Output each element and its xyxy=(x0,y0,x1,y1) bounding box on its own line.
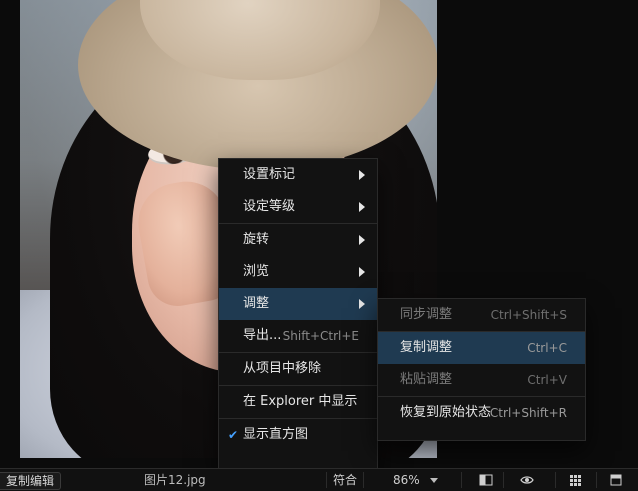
menu-item-rotate[interactable]: 旋转 xyxy=(219,224,377,256)
panel-icon[interactable] xyxy=(609,473,623,487)
bottom-toolbar: 复制编辑 图片12.jpg 符合 86% xyxy=(0,468,638,491)
submenu-item-label: 复制调整 xyxy=(400,340,453,355)
submenu-item-label: 粘贴调整 xyxy=(400,372,453,387)
submenu-item-label: 同步调整 xyxy=(400,307,453,322)
copy-edit-label: 复制编辑 xyxy=(6,474,55,488)
grid-icon[interactable] xyxy=(568,473,582,487)
chevron-down-icon xyxy=(429,478,438,483)
filename-label: 图片12.jpg xyxy=(144,473,206,487)
compare-icon[interactable] xyxy=(479,473,493,487)
toolbar-separator xyxy=(503,472,504,488)
menu-item-label: 浏览 xyxy=(243,264,270,279)
submenu-adjust: 同步调整 Ctrl+Shift+S 复制调整 Ctrl+C 粘贴调整 Ctrl+… xyxy=(377,298,586,441)
submenu-item-label: 恢复到原始状态 xyxy=(400,405,492,420)
submenu-item-paste-adjust[interactable]: 粘贴调整 Ctrl+V xyxy=(378,364,585,396)
menu-item-browse[interactable]: 浏览 xyxy=(219,256,377,288)
menu-item-label: 在 Explorer 中显示 xyxy=(243,394,358,409)
submenu-item-shortcut: Ctrl+V xyxy=(527,373,567,387)
submenu-item-shortcut: Ctrl+C xyxy=(527,341,567,355)
chevron-right-icon xyxy=(359,235,365,245)
menu-item-label: 导出... xyxy=(243,328,282,343)
toolbar-separator xyxy=(461,472,462,488)
submenu-item-sync-adjust[interactable]: 同步调整 Ctrl+Shift+S xyxy=(378,299,585,331)
menu-item-label: 调整 xyxy=(243,296,270,311)
menu-item-label: 设定等级 xyxy=(243,199,296,214)
menu-item-label: 设置标记 xyxy=(243,167,296,182)
submenu-item-revert-to-original[interactable]: 恢复到原始状态 Ctrl+Shift+R xyxy=(378,397,585,429)
chevron-right-icon xyxy=(359,267,365,277)
context-menu: 设置标记 设定等级 旋转 浏览 调整 导出... Shift+Ctrl+E 从项… xyxy=(218,158,378,472)
eye-icon[interactable] xyxy=(520,473,534,487)
menu-item-export[interactable]: 导出... Shift+Ctrl+E xyxy=(219,320,377,352)
chevron-right-icon xyxy=(359,202,365,212)
toolbar-separator xyxy=(555,472,556,488)
submenu-item-copy-adjust[interactable]: 复制调整 Ctrl+C xyxy=(378,332,585,364)
submenu-item-shortcut: Ctrl+Shift+R xyxy=(489,406,567,420)
chevron-right-icon xyxy=(359,170,365,180)
copy-edit-button[interactable]: 复制编辑 xyxy=(0,472,62,490)
fit-label: 符合 xyxy=(333,473,358,487)
menu-item-set-rating[interactable]: 设定等级 xyxy=(219,191,377,223)
fit-button[interactable]: 符合 xyxy=(326,472,365,488)
toolbar-separator xyxy=(596,472,597,488)
image-viewer: 设置标记 设定等级 旋转 浏览 调整 导出... Shift+Ctrl+E 从项… xyxy=(0,0,638,472)
zoom-value: 86% xyxy=(393,473,420,487)
menu-item-remove-from-project[interactable]: 从项目中移除 xyxy=(219,353,377,385)
menu-item-label: 显示直方图 xyxy=(243,427,309,442)
menu-item-show-histogram[interactable]: ✔ 显示直方图 xyxy=(219,419,377,451)
zoom-dropdown[interactable]: 86% xyxy=(387,472,444,488)
chevron-right-icon xyxy=(359,299,365,309)
menu-item-label: 旋转 xyxy=(243,232,270,247)
menu-item-show-in-explorer[interactable]: 在 Explorer 中显示 xyxy=(219,386,377,418)
menu-item-shortcut: Shift+Ctrl+E xyxy=(282,329,359,343)
menu-item-adjust[interactable]: 调整 xyxy=(219,288,377,320)
submenu-item-shortcut: Ctrl+Shift+S xyxy=(490,308,567,322)
menu-item-set-flag[interactable]: 设置标记 xyxy=(219,159,377,191)
checkmark-icon: ✔ xyxy=(228,428,239,442)
menu-item-label: 从项目中移除 xyxy=(243,361,322,376)
